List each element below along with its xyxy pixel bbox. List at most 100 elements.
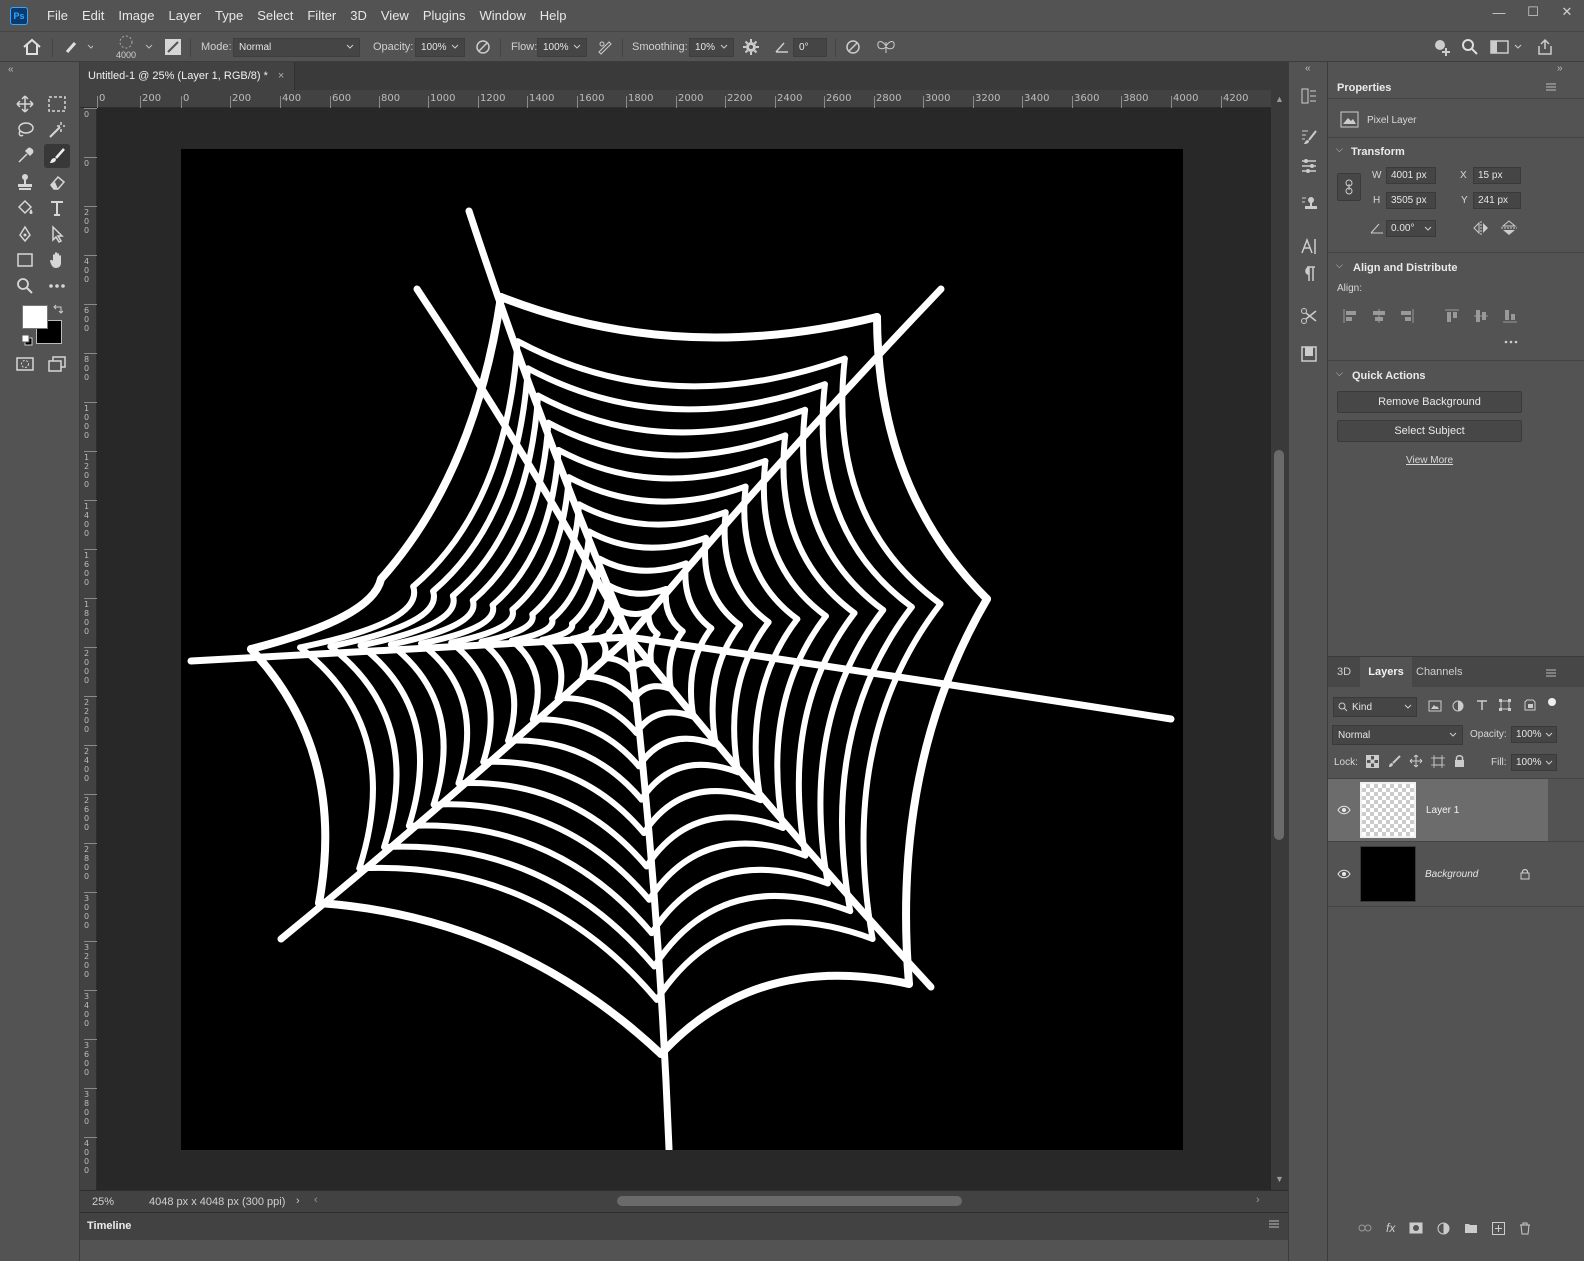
quick-actions-collapse-chevron-icon[interactable]: ⌵ [1336, 368, 1343, 379]
scroll-up-icon[interactable]: ▲ [1275, 94, 1284, 104]
close-icon[interactable]: ✕ [1550, 0, 1584, 24]
visibility-eye-icon[interactable] [1328, 869, 1360, 879]
new-group-folder-icon[interactable] [1464, 1222, 1478, 1234]
zoom-tool-icon[interactable] [12, 274, 38, 298]
minimize-icon[interactable]: — [1482, 0, 1516, 24]
delete-layer-trash-icon[interactable] [1519, 1222, 1531, 1235]
flow-field[interactable]: 100% [537, 32, 587, 62]
add-layer-mask-icon[interactable] [1409, 1222, 1423, 1234]
maximize-icon[interactable]: ☐ [1516, 0, 1550, 24]
timeline-tab[interactable]: Timeline [87, 1220, 131, 1232]
lock-artboard-icon[interactable] [1431, 755, 1445, 768]
move-tool-icon[interactable] [12, 92, 38, 116]
transform-section-title[interactable]: Transform [1351, 146, 1405, 158]
pressure-opacity-icon[interactable] [474, 32, 492, 62]
zoom-level[interactable]: 25% [92, 1196, 114, 1208]
height-field[interactable]: 3505 px [1386, 192, 1436, 209]
properties-menu-icon[interactable] [1545, 82, 1557, 92]
collapse-strip-icon[interactable]: « [1305, 63, 1311, 74]
lasso-tool-icon[interactable] [12, 118, 38, 142]
y-position-field[interactable]: 241 px [1473, 192, 1521, 209]
close-tab-icon[interactable]: × [278, 70, 284, 82]
expand-panels-icon[interactable]: » [1557, 63, 1563, 74]
paint-bucket-tool-icon[interactable] [12, 196, 38, 220]
airbrush-icon[interactable] [596, 32, 614, 62]
type-tool-icon[interactable] [44, 196, 70, 220]
filter-smart-object-icon[interactable] [1524, 699, 1536, 711]
search-help-icon[interactable] [1432, 32, 1452, 62]
align-right-edges-icon[interactable] [1399, 308, 1415, 324]
menu-3d[interactable]: 3D [343, 0, 374, 31]
align-bottom-edges-icon[interactable] [1502, 308, 1518, 324]
x-position-field[interactable]: 15 px [1473, 167, 1521, 184]
brush-tool-icon[interactable] [44, 144, 70, 168]
more-tools-icon[interactable] [44, 274, 70, 298]
fill-field[interactable]: 100% [1511, 754, 1557, 771]
layer-row-background[interactable]: Background [1328, 843, 1548, 905]
search-icon[interactable] [1461, 32, 1479, 62]
filter-toggle-icon[interactable] [1548, 698, 1556, 706]
history-icon[interactable] [1297, 84, 1321, 108]
align-vertical-centers-icon[interactable] [1473, 308, 1489, 324]
paragraph-icon[interactable] [1297, 262, 1321, 286]
flip-vertical-icon[interactable] [1501, 219, 1517, 237]
transform-collapse-chevron-icon[interactable]: ⌵ [1336, 144, 1343, 155]
align-collapse-chevron-icon[interactable]: ⌵ [1336, 260, 1343, 271]
link-dimensions-chain-icon[interactable] [1337, 173, 1361, 201]
brush-settings-panel-icon[interactable] [164, 32, 182, 62]
visibility-eye-icon[interactable] [1328, 805, 1360, 815]
scroll-down-icon[interactable]: ▼ [1275, 1174, 1284, 1184]
vertical-scroll-thumb[interactable] [1274, 450, 1284, 840]
menu-edit[interactable]: Edit [75, 0, 111, 31]
background-layer-name[interactable]: Background [1425, 869, 1520, 880]
path-selection-tool-icon[interactable] [44, 222, 70, 246]
properties-title[interactable]: Properties [1337, 82, 1391, 94]
swap-colors-icon[interactable] [52, 303, 64, 315]
menu-image[interactable]: Image [111, 0, 161, 31]
document-canvas[interactable] [181, 149, 1183, 1150]
link-layers-icon[interactable] [1358, 1223, 1372, 1233]
align-top-edges-icon[interactable] [1444, 308, 1460, 324]
brush-settings-icon[interactable] [1297, 125, 1321, 149]
home-icon[interactable] [22, 32, 42, 62]
add-layer-style-icon[interactable]: fx [1386, 1221, 1395, 1235]
menu-select[interactable]: Select [250, 0, 300, 31]
rectangle-tool-icon[interactable] [12, 248, 38, 272]
view-more-link[interactable]: View More [1406, 455, 1453, 466]
align-left-edges-icon[interactable] [1342, 308, 1358, 324]
remove-background-button[interactable]: Remove Background [1337, 391, 1522, 413]
collapse-panel-icon[interactable]: « [8, 64, 14, 75]
scroll-right-icon[interactable]: › [1256, 1194, 1260, 1206]
tab-channels[interactable]: Channels [1416, 657, 1462, 687]
pressure-size-icon[interactable] [844, 32, 862, 62]
menu-help[interactable]: Help [533, 0, 574, 31]
quick-actions-title[interactable]: Quick Actions [1352, 370, 1426, 382]
align-section-title[interactable]: Align and Distribute [1353, 262, 1458, 274]
menu-view[interactable]: View [374, 0, 416, 31]
filter-shape-icon[interactable] [1499, 699, 1511, 711]
share-icon[interactable] [1536, 32, 1554, 62]
select-subject-button[interactable]: Select Subject [1337, 420, 1522, 442]
flip-horizontal-icon[interactable] [1472, 221, 1490, 235]
character-icon[interactable] [1297, 234, 1321, 258]
brushes-icon[interactable] [1297, 154, 1321, 178]
tab-3d[interactable]: 3D [1337, 657, 1351, 687]
rotation-field[interactable]: 0.00° [1386, 220, 1436, 237]
lock-all-icon[interactable] [1454, 754, 1465, 768]
layers-panel-menu-icon[interactable] [1545, 668, 1557, 678]
filter-kind-select[interactable]: Kind [1333, 697, 1417, 717]
filter-type-icon[interactable] [1476, 699, 1488, 711]
marquee-tool-icon[interactable] [44, 92, 70, 116]
lock-image-pixels-icon[interactable] [1388, 755, 1401, 768]
tab-layers[interactable]: Layers [1360, 657, 1412, 687]
new-layer-icon[interactable] [1492, 1221, 1506, 1235]
brush-tool-preset-icon[interactable] [63, 32, 93, 62]
vertical-scrollbar[interactable]: ▲ ▼ [1271, 90, 1288, 1190]
document-tab[interactable]: Untitled-1 @ 25% (Layer 1, RGB/8) * × [80, 62, 295, 90]
layer-1-name[interactable]: Layer 1 [1426, 805, 1459, 816]
menu-layer[interactable]: Layer [162, 0, 209, 31]
brush-size-picker[interactable]: 4000 [114, 32, 138, 62]
width-field[interactable]: 4001 px [1386, 167, 1436, 184]
new-adjustment-layer-icon[interactable] [1437, 1222, 1450, 1235]
stamp-tool-icon[interactable] [12, 170, 38, 194]
